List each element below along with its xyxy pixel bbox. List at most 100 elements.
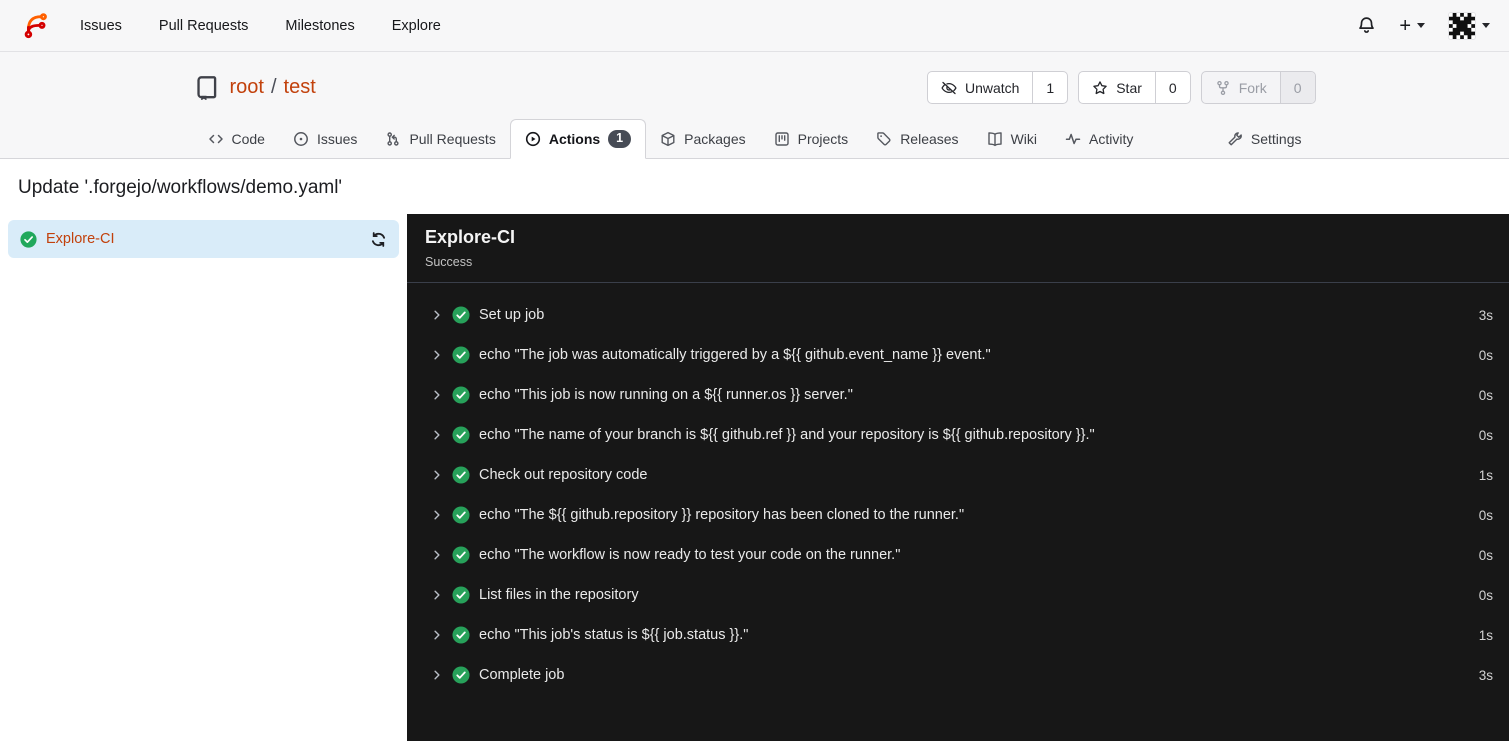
chevron-down-icon — [1417, 23, 1425, 28]
step-duration: 0s — [1478, 507, 1493, 523]
repo-header: root / test Unwatch 1 Star 0 Fork 0 Code… — [0, 52, 1509, 159]
step-name: echo "The ${{ github.repository }} repos… — [479, 507, 965, 523]
nav-item-issues[interactable]: Issues — [80, 18, 122, 34]
check-circle-icon — [452, 306, 470, 324]
tab-code[interactable]: Code — [194, 119, 279, 159]
chevron-right-icon — [431, 589, 443, 601]
step-row[interactable]: echo "The job was automatically triggere… — [407, 335, 1509, 375]
star-button[interactable]: Star 0 — [1078, 71, 1191, 104]
chevron-right-icon — [431, 509, 443, 521]
step-row[interactable]: Check out repository code 1s — [407, 455, 1509, 495]
tab-activity[interactable]: Activity — [1051, 119, 1147, 159]
issue-opened-icon — [293, 131, 309, 147]
step-name: echo "This job is now running on a ${{ r… — [479, 387, 853, 403]
step-name: echo "The job was automatically triggere… — [479, 347, 991, 363]
git-fork-icon — [1215, 80, 1231, 96]
create-new-dropdown[interactable]: + — [1399, 16, 1425, 36]
step-row[interactable]: List files in the repository 0s — [407, 575, 1509, 615]
job-item-explore-ci[interactable]: Explore-CI — [8, 220, 399, 258]
check-circle-icon — [452, 386, 470, 404]
repo-name-link[interactable]: test — [284, 76, 316, 99]
run-layout: Explore-CI Explore-CI Success Set up job — [0, 214, 1509, 741]
log-header: Explore-CI Success — [407, 214, 1509, 283]
step-duration: 0s — [1478, 347, 1493, 363]
fork-label: Fork — [1238, 79, 1267, 96]
tab-label: Issues — [316, 131, 358, 147]
avatar — [1448, 11, 1476, 40]
check-circle-icon — [20, 230, 37, 248]
step-name: Check out repository code — [479, 467, 648, 483]
tab-label: Code — [231, 131, 265, 147]
step-name: echo "The workflow is now ready to test … — [479, 547, 901, 563]
package-icon — [660, 131, 676, 147]
check-circle-icon — [452, 426, 470, 444]
tag-icon — [876, 131, 892, 147]
chevron-right-icon — [431, 429, 443, 441]
navbar-right: + — [1357, 11, 1490, 40]
pulse-icon — [1065, 131, 1081, 147]
tab-wiki[interactable]: Wiki — [973, 119, 1051, 159]
tab-packages[interactable]: Packages — [646, 119, 759, 159]
chevron-right-icon — [431, 469, 443, 481]
log-job-name: Explore-CI — [425, 227, 516, 247]
nav-item-milestones[interactable]: Milestones — [285, 18, 354, 34]
job-name: Explore-CI — [46, 231, 115, 247]
refresh-button[interactable] — [370, 231, 387, 248]
top-navbar: Issues Pull Requests Milestones Explore … — [0, 0, 1509, 52]
tab-label: Packages — [684, 131, 746, 147]
repo-book-icon — [194, 75, 219, 100]
plus-icon: + — [1399, 14, 1411, 37]
step-name: List files in the repository — [479, 587, 639, 603]
step-row[interactable]: echo "The workflow is now ready to test … — [407, 535, 1509, 575]
unwatch-button[interactable]: Unwatch 1 — [926, 71, 1069, 104]
step-duration: 0s — [1478, 387, 1493, 403]
chevron-right-icon — [431, 349, 443, 361]
step-row[interactable]: Complete job 3s — [407, 655, 1509, 695]
chevron-right-icon — [431, 669, 443, 681]
wrench-icon — [1227, 131, 1243, 147]
tab-actions[interactable]: Actions 1 — [509, 119, 647, 159]
nav-item-explore[interactable]: Explore — [392, 18, 441, 34]
chevron-right-icon — [431, 309, 443, 321]
repo-title-row: root / test Unwatch 1 Star 0 Fork 0 — [194, 52, 1316, 117]
forks-count: 0 — [1279, 72, 1315, 103]
play-circle-icon — [525, 131, 541, 147]
chevron-right-icon — [431, 629, 443, 641]
step-duration: 0s — [1478, 427, 1493, 443]
tab-releases[interactable]: Releases — [862, 119, 972, 159]
nav-links: Issues Pull Requests Milestones Explore — [80, 18, 441, 34]
steps-list: Set up job 3s echo "The job was automati… — [407, 283, 1509, 707]
unwatch-label: Unwatch — [964, 79, 1020, 96]
tab-settings[interactable]: Settings — [1213, 119, 1316, 159]
book-open-icon — [987, 131, 1003, 147]
notifications-button[interactable] — [1357, 16, 1376, 35]
forgejo-logo-icon[interactable] — [19, 10, 50, 41]
chevron-right-icon — [431, 549, 443, 561]
user-menu-dropdown[interactable] — [1448, 11, 1490, 40]
tab-pull-requests[interactable]: Pull Requests — [371, 119, 509, 159]
chevron-right-icon — [431, 389, 443, 401]
job-log-panel: Explore-CI Success Set up job 3s echo "T… — [407, 214, 1509, 741]
tab-label: Activity — [1089, 131, 1134, 147]
tab-label: Actions — [548, 131, 601, 147]
repo-owner-link[interactable]: root — [230, 76, 264, 99]
check-circle-icon — [452, 666, 470, 684]
breadcrumb: root / test — [230, 76, 316, 99]
tab-label: Pull Requests — [409, 131, 496, 147]
nav-item-pull-requests[interactable]: Pull Requests — [159, 18, 248, 34]
step-row[interactable]: Set up job 3s — [407, 295, 1509, 335]
breadcrumb-separator: / — [270, 76, 277, 98]
tab-projects[interactable]: Projects — [760, 119, 863, 159]
step-row[interactable]: echo "The name of your branch is ${{ git… — [407, 415, 1509, 455]
step-row[interactable]: echo "This job is now running on a ${{ r… — [407, 375, 1509, 415]
step-row[interactable]: echo "This job's status is ${{ job.statu… — [407, 615, 1509, 655]
stars-count[interactable]: 0 — [1154, 72, 1190, 103]
actions-count-badge: 1 — [608, 130, 632, 148]
step-duration: 0s — [1478, 547, 1493, 563]
watchers-count[interactable]: 1 — [1032, 72, 1067, 103]
tab-issues[interactable]: Issues — [279, 119, 371, 159]
log-status-text: Success — [425, 255, 473, 269]
check-circle-icon — [452, 346, 470, 364]
step-row[interactable]: echo "The ${{ github.repository }} repos… — [407, 495, 1509, 535]
tab-label: Projects — [797, 131, 849, 147]
